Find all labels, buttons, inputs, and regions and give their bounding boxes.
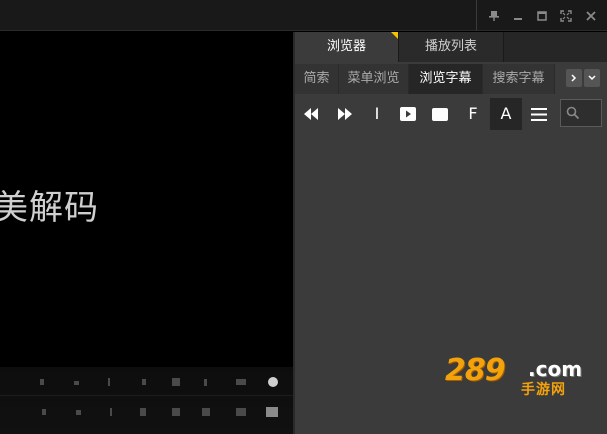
tab-search-subtitles[interactable]: 搜索字幕 <box>483 64 555 94</box>
font-icon: F <box>468 104 478 123</box>
fullscreen-button[interactable] <box>558 8 574 24</box>
maximize-button[interactable] <box>534 8 550 24</box>
tab-browse-subtitles[interactable]: 浏览字幕 <box>409 64 483 94</box>
chevron-down-icon <box>588 75 596 81</box>
rewind-button[interactable] <box>295 98 327 130</box>
title-bar-separator <box>476 0 477 31</box>
tab-menu-dropdown-button[interactable] <box>584 69 600 87</box>
tab-browser-label: 浏览器 <box>326 39 366 54</box>
control-glyphs-bottom <box>42 407 278 417</box>
tab-scroll-right-button[interactable] <box>566 69 582 87</box>
subtitle-toolbar: I F A <box>295 96 607 130</box>
tab-search-subtitles-label: 搜索字幕 <box>492 71 545 86</box>
fullscreen-icon <box>560 10 572 22</box>
main-tab-bar: 浏览器 播放列表 <box>295 32 607 62</box>
tab-browser[interactable]: 浏览器 <box>295 32 398 62</box>
subtitle-box-button[interactable] <box>424 98 456 130</box>
tab-playlist-label: 播放列表 <box>424 39 477 54</box>
subtitle-box-icon <box>432 107 448 121</box>
watermark-logo: 289 .com 手游网 <box>443 353 593 398</box>
minimize-button[interactable] <box>510 8 526 24</box>
text-cursor-icon: I <box>374 104 380 123</box>
control-row-top <box>0 373 293 393</box>
pin-icon <box>489 11 499 21</box>
chevron-right-icon <box>571 74 577 82</box>
pin-button[interactable] <box>486 8 502 24</box>
list-menu-button[interactable] <box>523 98 555 130</box>
tab-search-simple-label: 简索 <box>303 71 330 86</box>
video-area[interactable]: 美解码 <box>0 32 293 434</box>
maximize-icon <box>537 11 547 21</box>
tab-browse-subtitles-label: 浏览字幕 <box>419 71 472 86</box>
hamburger-menu-icon <box>531 107 547 121</box>
watermark-domain: .com <box>528 357 583 381</box>
text-cursor-button[interactable]: I <box>361 98 393 130</box>
fast-forward-icon <box>338 108 352 120</box>
watermark-subtitle: 手游网 <box>521 382 566 398</box>
player-control-strip <box>0 367 293 434</box>
close-icon <box>586 11 596 21</box>
font-button[interactable]: F <box>457 98 489 130</box>
tab-menu-browse-label: 菜单浏览 <box>347 71 400 86</box>
play-subtitle-button[interactable] <box>392 98 424 130</box>
sub-tab-bar: 简索 菜单浏览 浏览字幕 搜索字幕 <box>295 64 607 94</box>
play-box-icon <box>400 107 416 121</box>
tab-playlist[interactable]: 播放列表 <box>398 32 504 62</box>
tab-menu-browse[interactable]: 菜单浏览 <box>339 64 409 94</box>
text-style-button[interactable]: A <box>490 98 522 130</box>
video-subtitle-text: 美解码 <box>0 188 99 228</box>
control-glyphs-top <box>40 377 278 387</box>
minimize-icon <box>514 18 522 20</box>
text-style-icon: A <box>500 104 512 123</box>
title-bar <box>0 0 607 31</box>
fast-forward-button[interactable] <box>329 98 361 130</box>
watermark-number: 289 <box>445 353 506 388</box>
control-row-bottom <box>0 403 293 423</box>
rewind-icon <box>304 108 318 120</box>
control-divider <box>0 395 293 396</box>
close-button[interactable] <box>583 8 599 24</box>
search-icon <box>566 106 580 120</box>
subtitle-search-input[interactable] <box>560 99 602 127</box>
new-indicator-icon <box>391 32 398 39</box>
tab-search-simple[interactable]: 简索 <box>295 64 339 94</box>
